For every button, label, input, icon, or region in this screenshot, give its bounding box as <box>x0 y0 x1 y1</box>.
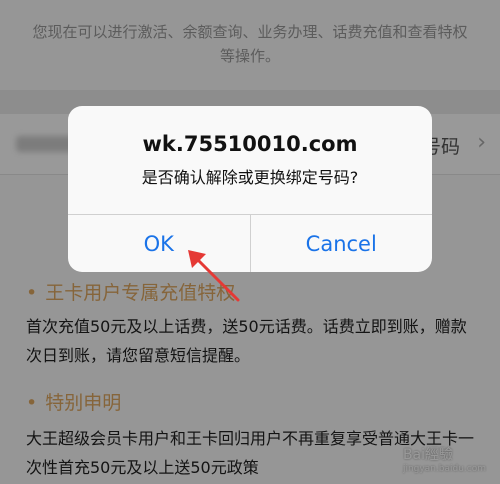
dialog-message: 是否确认解除或更换绑定号码? <box>141 168 359 187</box>
confirm-dialog: wk.75510010.com 是否确认解除或更换绑定号码? OK Cancel <box>68 106 432 272</box>
cancel-button[interactable]: Cancel <box>249 215 433 272</box>
dialog-buttons: OK Cancel <box>68 214 432 272</box>
dialog-title: wk.75510010.com <box>142 132 358 156</box>
red-arrow-icon <box>188 250 240 302</box>
